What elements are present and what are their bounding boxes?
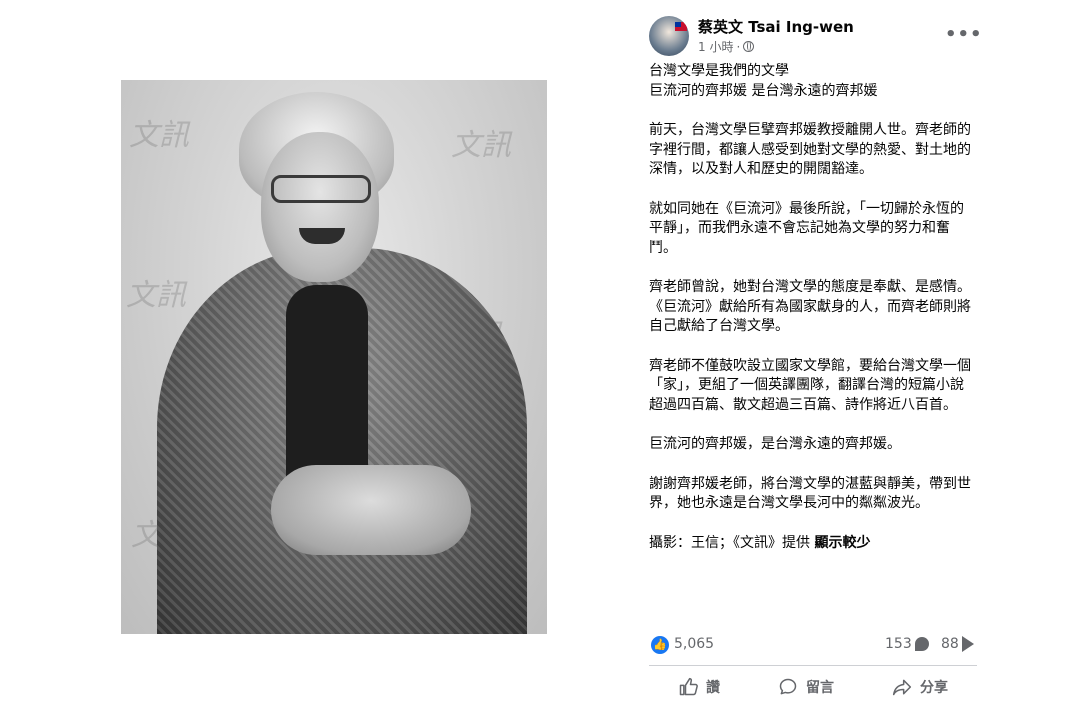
post-panel: 蔡英文 Tsai Ing-wen 1 小時 · ••• 台灣文學是我們的文學 巨… [641,0,983,705]
comment-count-value: 153 [885,636,912,652]
see-less-link[interactable]: 顯示較少 [814,535,870,551]
share-arrow-icon [961,636,974,652]
share-label: 分享 [920,680,948,696]
photo-subject-glasses [271,175,371,203]
photo-viewer: 文訊 文訊 文訊 文訊 文訊 文訊 [0,0,641,705]
post-paragraph: 前天，台灣文學巨擘齊邦媛教授離開人世。齊老師的字裡行間，都讓人感受到她對文學的熱… [649,122,971,177]
post-paragraph: 巨流河的齊邦媛，是台灣永遠的齊邦媛。 [649,436,901,452]
share-count[interactable]: 88 [941,636,974,652]
post-line: 巨流河的齊邦媛 是台灣永遠的齊邦媛 [649,82,878,99]
flag-icon [675,22,687,31]
like-reaction-icon[interactable]: 👍 [651,636,669,654]
watermark: 文訊 [451,128,511,163]
comment-bubble-icon [914,637,929,651]
action-bar: 讚 留言 分享 [649,672,977,702]
author-name[interactable]: 蔡英文 Tsai Ing-wen [698,16,854,37]
comment-button[interactable]: 留言 [778,677,834,697]
watermark: 文訊 [126,278,186,313]
post-paragraph: 就如同她在《巨流河》最後所說，「一切歸於永恆的平靜」，而我們永遠不會忘記她為文學… [649,200,964,256]
post-paragraph: 謝謝齊邦媛老師，將台灣文學的湛藍與靜美，帶到世界，她也永遠是台灣文學長河中的粼粼… [649,475,971,512]
comment-label: 留言 [806,680,834,696]
post-meta: 1 小時 · [698,38,755,55]
meta-separator: · [736,39,741,54]
post-photo[interactable]: 文訊 文訊 文訊 文訊 文訊 文訊 [121,80,547,634]
comment-icon [779,678,797,695]
comment-count[interactable]: 153 [885,636,929,652]
share-count-value: 88 [941,636,959,652]
photo-credit: 攝影：王信；《文訊》提供 顯示較少 [649,534,973,554]
like-button[interactable]: 讚 [678,677,720,697]
page-margin [981,0,1086,705]
thumbs-up-icon [679,677,698,696]
actions-divider [649,665,977,666]
credit-text: 攝影：王信；《文訊》提供 [649,534,810,551]
post-paragraph: 齊老師不僅鼓吹設立國家文學館，要給台灣文學一個「家」，更組了一個英譯團隊，翻譯台… [649,357,971,413]
share-button[interactable]: 分享 [892,677,948,697]
like-count[interactable]: 5,065 [674,636,714,652]
like-label: 讚 [706,680,720,696]
watermark: 文訊 [129,118,189,153]
share-icon [892,679,912,696]
post-time[interactable]: 1 小時 [698,38,733,55]
post-paragraph: 齊老師曾說，她對台灣文學的態度是奉獻、是感情。《巨流河》獻給所有為國家獻身的人，… [649,279,971,334]
author-avatar[interactable] [649,16,689,56]
globe-icon[interactable] [743,41,755,52]
post-text: 台灣文學是我們的文學 巨流河的齊邦媛 是台灣永遠的齊邦媛 前天，台灣文學巨擘齊邦… [649,62,973,553]
photo-subject-face [261,132,379,282]
reaction-stats: 👍 5,065 153 88 [649,634,977,656]
post-line: 台灣文學是我們的文學 [649,63,789,79]
photo-subject-hands [271,465,471,555]
more-options-button[interactable]: ••• [945,24,983,45]
